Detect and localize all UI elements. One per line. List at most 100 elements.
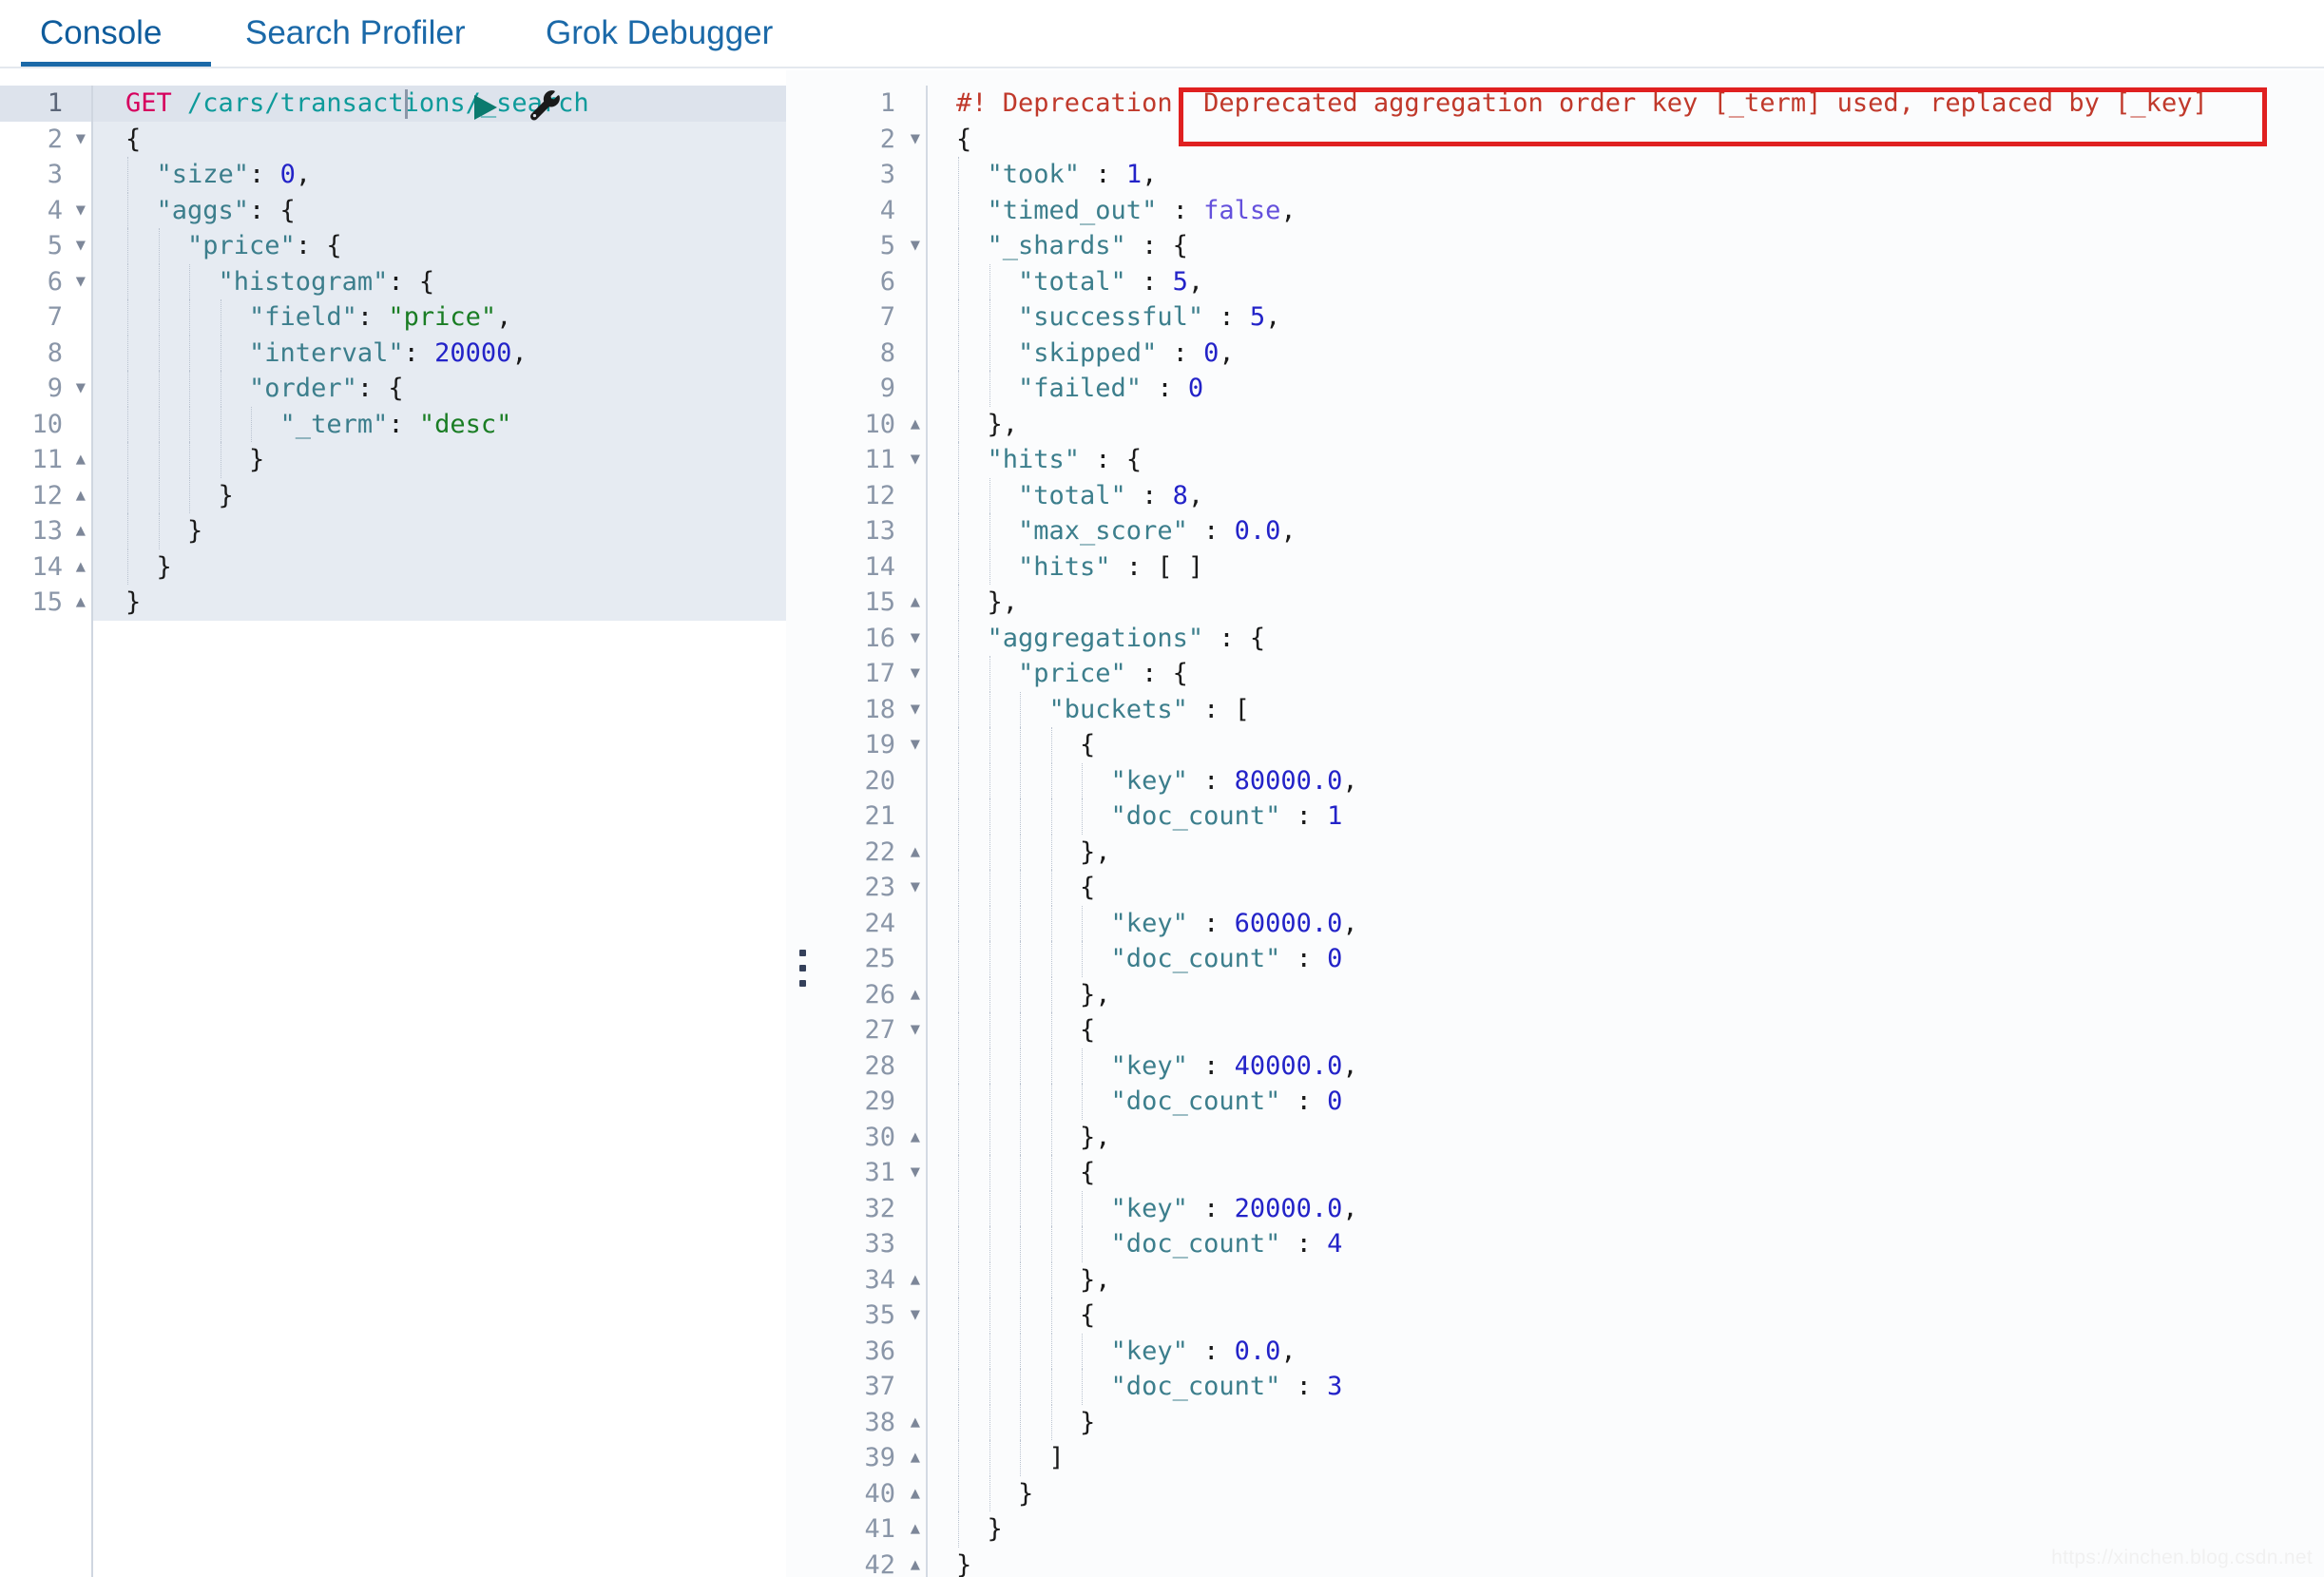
line-number: 4 bbox=[879, 195, 895, 225]
code-line: } bbox=[93, 585, 786, 621]
fold-close-icon[interactable]: ▲ bbox=[911, 1476, 920, 1512]
indent-guide bbox=[989, 1119, 991, 1155]
fold-open-icon[interactable]: ▼ bbox=[911, 870, 920, 906]
indent-guide bbox=[958, 548, 960, 585]
indent-guide bbox=[127, 371, 129, 407]
fold-close-icon[interactable]: ▲ bbox=[911, 1262, 920, 1298]
indent-guide bbox=[189, 442, 191, 478]
fold-close-icon[interactable]: ▲ bbox=[911, 1511, 920, 1548]
code-token: 0.0 bbox=[1234, 1336, 1281, 1366]
fold-open-icon[interactable]: ▼ bbox=[911, 1155, 920, 1191]
code-token: 1 bbox=[1125, 160, 1143, 189]
indent-guide bbox=[958, 656, 960, 692]
request-editor-code[interactable]: GET /cars/transactions/_search{ "size": … bbox=[93, 86, 786, 621]
indent-guide bbox=[1020, 798, 1022, 835]
fold-close-icon[interactable]: ▲ bbox=[911, 1405, 920, 1441]
indent-guide bbox=[989, 727, 991, 763]
tab-search-profiler[interactable]: Search Profiler bbox=[245, 0, 465, 67]
fold-open-icon[interactable]: ▼ bbox=[76, 264, 86, 300]
fold-open-icon[interactable]: ▼ bbox=[911, 228, 920, 264]
code-line: "price" : { bbox=[928, 656, 2324, 692]
fold-close-icon[interactable]: ▲ bbox=[911, 585, 920, 621]
fold-open-icon[interactable]: ▼ bbox=[911, 1012, 920, 1048]
response-output-pane[interactable]: 1 2 ▼ 3 4 5 ▼ 6 7 8 9 10 ▲ 11 ▼ 12 13 14 15 ▲ 16 ▼ 17 ▼ 18 ▼ 19 ▼ 20… bbox=[819, 70, 2324, 1577]
line-number-row: 16 ▼ bbox=[819, 621, 926, 657]
fold-close-icon[interactable]: ▲ bbox=[911, 1120, 920, 1156]
play-icon[interactable] bbox=[469, 91, 501, 128]
wrench-icon[interactable] bbox=[528, 89, 563, 128]
code-line: "skipped" : 0, bbox=[928, 335, 2324, 371]
code-line: "price": { bbox=[93, 228, 786, 264]
code-token: : [ bbox=[1187, 694, 1250, 724]
code-line: "interval": 20000, bbox=[93, 335, 786, 371]
code-token: : { bbox=[1125, 659, 1188, 688]
line-number: 1 bbox=[879, 88, 895, 118]
fold-close-icon[interactable]: ▲ bbox=[911, 977, 920, 1013]
code-line: "doc_count" : 3 bbox=[928, 1369, 2324, 1405]
indent-guide bbox=[127, 192, 129, 228]
line-number-row: 1 bbox=[819, 86, 926, 122]
fold-close-icon[interactable]: ▲ bbox=[76, 585, 86, 621]
code-token: , bbox=[1280, 516, 1296, 546]
fold-close-icon[interactable]: ▲ bbox=[76, 478, 86, 514]
line-number: 37 bbox=[864, 1372, 895, 1401]
indent-guide bbox=[958, 192, 960, 228]
line-number-row: 38 ▲ bbox=[819, 1405, 926, 1441]
indent-guide bbox=[958, 513, 960, 549]
indent-guide bbox=[158, 406, 161, 442]
fold-open-icon[interactable]: ▼ bbox=[911, 442, 920, 478]
code-token: "aggregations" bbox=[956, 623, 1204, 653]
code-token: "price" bbox=[388, 302, 497, 332]
pane-divider[interactable] bbox=[786, 70, 819, 1577]
indent-guide bbox=[989, 513, 991, 549]
line-number-row: 15 ▲ bbox=[819, 585, 926, 621]
fold-close-icon[interactable]: ▲ bbox=[911, 1440, 920, 1476]
code-token: "timed_out" bbox=[956, 195, 1158, 225]
code-line: } bbox=[93, 442, 786, 478]
fold-open-icon[interactable]: ▼ bbox=[76, 122, 86, 158]
code-token: } bbox=[125, 551, 172, 582]
request-editor-pane[interactable]: 1 2 ▼ 3 4 ▼ 5 ▼ 6 ▼ 7 8 9 ▼ 10 11 ▲ 12 ▲ 13 ▲ 14 ▲ 15 ▲ GET /car… bbox=[0, 70, 786, 1577]
code-token: "doc_count" bbox=[956, 1229, 1281, 1259]
line-number-row: 35 ▼ bbox=[819, 1298, 926, 1334]
fold-close-icon[interactable]: ▲ bbox=[911, 835, 920, 871]
fold-close-icon[interactable]: ▲ bbox=[911, 407, 920, 443]
fold-open-icon[interactable]: ▼ bbox=[911, 621, 920, 657]
fold-open-icon[interactable]: ▼ bbox=[76, 193, 86, 229]
fold-open-icon[interactable]: ▼ bbox=[911, 122, 920, 158]
code-token: #! Deprecation: bbox=[956, 88, 1188, 118]
code-token: , bbox=[496, 302, 512, 332]
fold-close-icon[interactable]: ▲ bbox=[76, 513, 86, 549]
pane-drag-handle[interactable] bbox=[799, 950, 807, 991]
code-token: "took" bbox=[956, 160, 1081, 189]
indent-guide bbox=[127, 548, 129, 585]
indent-guide bbox=[158, 263, 161, 299]
indent-guide bbox=[158, 442, 161, 478]
indent-guide bbox=[1050, 1048, 1053, 1084]
indent-guide bbox=[958, 834, 960, 870]
fold-open-icon[interactable]: ▼ bbox=[911, 692, 920, 728]
tab-console-active-indicator bbox=[21, 62, 211, 67]
code-token: : bbox=[403, 337, 435, 368]
response-code: #! Deprecation: Deprecated aggregation o… bbox=[928, 86, 2324, 1577]
line-number: 9 bbox=[879, 374, 895, 403]
code-token: , bbox=[1265, 302, 1281, 332]
fold-close-icon[interactable]: ▲ bbox=[76, 549, 86, 586]
fold-close-icon[interactable]: ▲ bbox=[76, 442, 86, 478]
tab-console[interactable]: Console bbox=[40, 0, 162, 67]
fold-open-icon[interactable]: ▼ bbox=[911, 727, 920, 763]
tab-grok-debugger[interactable]: Grok Debugger bbox=[546, 0, 773, 67]
fold-open-icon[interactable]: ▼ bbox=[76, 228, 86, 264]
indent-guide bbox=[1082, 1226, 1084, 1262]
line-number: 12 bbox=[864, 480, 895, 510]
code-line: "took" : 1, bbox=[928, 157, 2324, 193]
fold-open-icon[interactable]: ▼ bbox=[911, 656, 920, 692]
indent-guide bbox=[958, 477, 960, 513]
fold-open-icon[interactable]: ▼ bbox=[911, 1298, 920, 1334]
fold-open-icon[interactable]: ▼ bbox=[76, 371, 86, 407]
indent-guide bbox=[1020, 1012, 1022, 1048]
fold-close-icon[interactable]: ▲ bbox=[911, 1548, 920, 1577]
indent-guide bbox=[1020, 1369, 1022, 1405]
code-token: : bbox=[1187, 1336, 1235, 1366]
indent-guide bbox=[1020, 870, 1022, 906]
